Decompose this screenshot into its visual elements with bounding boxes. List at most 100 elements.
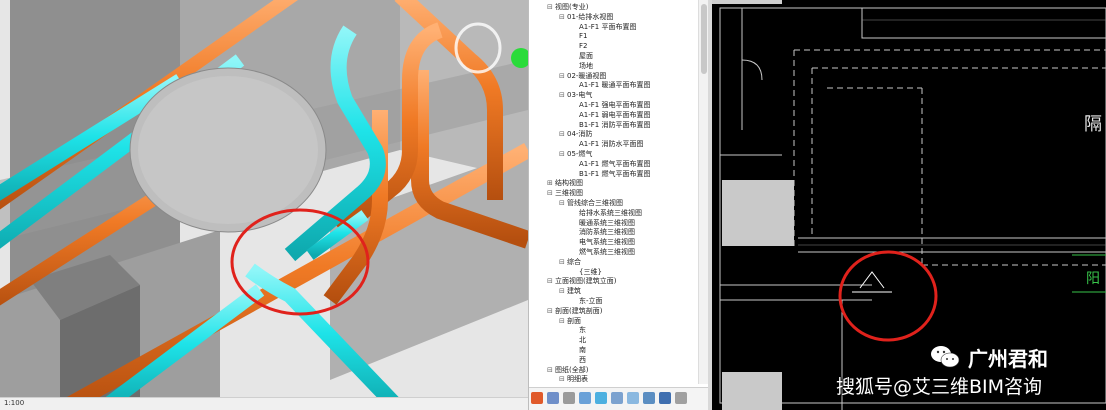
tree-item-label: 建筑	[567, 287, 581, 296]
tree-item-label: 燃气系统三维视图	[579, 248, 635, 256]
pin-icon[interactable]	[579, 392, 591, 404]
tree-expander-icon[interactable]: ⊟	[559, 317, 567, 326]
browser-tree-item[interactable]: 电气系统三维视图	[571, 238, 635, 247]
tree-item-label: 01-给排水视图	[567, 12, 614, 21]
tree-item-label: A1-F1 燃气平面布置图	[579, 159, 651, 168]
tree-item-label: A1-F1 暖通平面布置图	[579, 81, 651, 90]
tree-expander-icon[interactable]: ⊟	[559, 150, 567, 159]
browser-tree-item[interactable]: 给排水系统三维视图	[571, 209, 642, 218]
tree-item-label: A1-F1 强电平面布置图	[579, 101, 651, 109]
tree-item-label: 东-立面	[579, 297, 603, 305]
browser-tree-item[interactable]: 北	[571, 336, 586, 345]
browser-tree-item[interactable]: B1-F1 消防平面布置图	[571, 121, 651, 130]
tree-item-label: 03-电气	[567, 91, 593, 100]
browser-tree-item[interactable]: ⊟ 建筑	[559, 287, 581, 296]
browser-tree-item[interactable]: ⊟ 图纸(全部)	[547, 366, 588, 375]
tree-item-label: 视图(专业)	[555, 3, 589, 11]
panel-icon[interactable]	[611, 392, 623, 404]
tree-item-label: 三维视图	[555, 189, 583, 198]
browser-tree-item[interactable]: ⊟ 05-燃气	[559, 150, 592, 159]
green-annotation-text: 阳	[1086, 271, 1100, 287]
tree-item-label: 场地	[579, 61, 593, 70]
settings-icon[interactable]	[675, 392, 687, 404]
browser-tree-item[interactable]: F1	[571, 32, 587, 41]
browser-tree-item[interactable]: ⊟ 立面视图(建筑立面)	[547, 277, 616, 286]
3d-model-drawing	[0, 0, 528, 410]
column-block	[722, 180, 794, 246]
browser-tree-item[interactable]: 东	[571, 326, 586, 335]
tree-expander-icon[interactable]: ⊟	[547, 277, 555, 286]
browser-tree-item[interactable]: 东-立面	[571, 297, 603, 306]
browser-tree-item[interactable]: 南	[571, 346, 586, 355]
project-browser: ⊟ 视图(专业) ⊟ 01-给排水视图 A1-F1 平面布置图 F1 F2 屋面 场地 ⊟ 02-暖…	[528, 0, 709, 410]
browser-tree-item[interactable]: 燃气系统三维视图	[571, 248, 635, 257]
browser-tree-item[interactable]: A1-F1 弱电平面布置图	[571, 111, 650, 120]
browser-tree-item[interactable]: 暖通系统三维视图	[571, 219, 635, 228]
browser-tree-item[interactable]: A1-F1 平面布置图	[571, 23, 636, 32]
tree-item-label: A1-F1 平面布置图	[579, 22, 637, 31]
browser-tree-item[interactable]: 消防系统三维视图	[571, 228, 635, 237]
browser-tree-item[interactable]: 屋面	[571, 52, 593, 61]
browser-tree-item[interactable]: ⊟ 明细表	[559, 375, 588, 384]
tree-item-label: 02-暖通视图	[567, 71, 607, 80]
tree-item-label: 南	[579, 346, 586, 354]
tree-expander-icon[interactable]: ⊟	[559, 91, 567, 100]
browser-tree-item[interactable]: ⊟ 02-暖通视图	[559, 72, 606, 81]
browser-tree-item[interactable]: 西	[571, 356, 586, 365]
browser-tree-item[interactable]: A1-F1 强电平面布置图	[571, 101, 650, 110]
view-scale-label: 1:100	[4, 399, 25, 407]
browser-tree-item[interactable]: ⊟ 管线综合三维视图	[559, 199, 623, 208]
browser-tree-item[interactable]: ⊟ 三维视图	[547, 189, 583, 198]
measure-icon[interactable]	[563, 392, 575, 404]
browser-tree-item[interactable]: ⊟ 视图(专业)	[547, 3, 588, 12]
browser-tree-item[interactable]: ⊟ 04-消防	[559, 130, 592, 139]
watermark-brand: 广州君和	[968, 347, 1048, 371]
tree-expander-icon[interactable]: ⊟	[547, 307, 555, 316]
browser-toolbar	[529, 387, 709, 410]
browser-tree-item[interactable]: ⊞ 结构视图	[547, 179, 583, 188]
tree-expander-icon[interactable]: ⊟	[559, 375, 567, 384]
link-icon[interactable]	[643, 392, 655, 404]
column-block	[722, 372, 782, 410]
tree-expander-icon[interactable]: ⊟	[559, 13, 567, 22]
room-tag-text: 隔	[1084, 114, 1102, 135]
browser-tree-item[interactable]: A1-F1 暖通平面布置图	[571, 81, 650, 90]
render-icon[interactable]	[531, 392, 543, 404]
tree-item-label: 消防系统三维视图	[579, 228, 635, 237]
water-icon[interactable]	[595, 392, 607, 404]
browser-tree-item[interactable]: ⊟ 03-电气	[559, 91, 592, 100]
watermark-source: 搜狐号@艾三维BIM咨询	[836, 376, 1043, 398]
tree-item-label: F1	[579, 32, 588, 41]
tree-item-label: B1-F1 燃气平面布置图	[579, 169, 651, 178]
browser-tree-item[interactable]: B1-F1 燃气平面布置图	[571, 170, 651, 179]
print-icon[interactable]	[547, 392, 559, 404]
browser-tree-item[interactable]: ⊟ 剖面(建筑剖面)	[547, 307, 602, 316]
tree-expander-icon[interactable]: ⊟	[547, 3, 555, 12]
browser-tree-item[interactable]: ⊟ 综合	[559, 258, 581, 267]
tree-item-label: 明细表	[567, 375, 588, 384]
browser-tree-item[interactable]: A1-F1 燃气平面布置图	[571, 160, 650, 169]
tree-expander-icon[interactable]: ⊟	[547, 189, 555, 198]
tree-expander-icon[interactable]: ⊟	[559, 199, 567, 208]
tree-expander-icon[interactable]: ⊟	[559, 287, 567, 296]
browser-tree-item[interactable]: {三维}	[571, 268, 602, 277]
project-browser-tree: ⊟ 视图(专业) ⊟ 01-给排水视图 A1-F1 平面布置图 F1 F2 屋面 场地 ⊟ 02-暖…	[529, 0, 697, 384]
tree-item-label: 给排水系统三维视图	[579, 208, 642, 217]
tree-expander-icon[interactable]: ⊟	[559, 130, 567, 139]
browser-tree-item[interactable]: F2	[571, 42, 587, 51]
tree-item-label: 北	[579, 336, 586, 345]
scrollbar-thumb[interactable]	[701, 4, 707, 74]
tree-item-label: 04-消防	[567, 130, 593, 139]
tree-expander-icon[interactable]: ⊟	[547, 366, 555, 375]
browser-tree-item[interactable]: ⊟ 01-给排水视图	[559, 13, 613, 22]
tree-expander-icon[interactable]: ⊞	[547, 179, 555, 188]
layer-icon[interactable]	[627, 392, 639, 404]
browser-tree-item[interactable]: ⊟ 剖面	[559, 317, 581, 326]
browser-tree-item[interactable]: 场地	[571, 62, 593, 71]
3d-view-canvas[interactable]: 1:100	[0, 0, 528, 410]
browser-tree-item[interactable]: A1-F1 消防水平面图	[571, 140, 643, 149]
tree-expander-icon[interactable]: ⊟	[559, 258, 567, 267]
tree-expander-icon[interactable]: ⊟	[559, 72, 567, 81]
shield-icon[interactable]	[659, 392, 671, 404]
tree-item-label: A1-F1 消防水平面图	[579, 140, 644, 149]
